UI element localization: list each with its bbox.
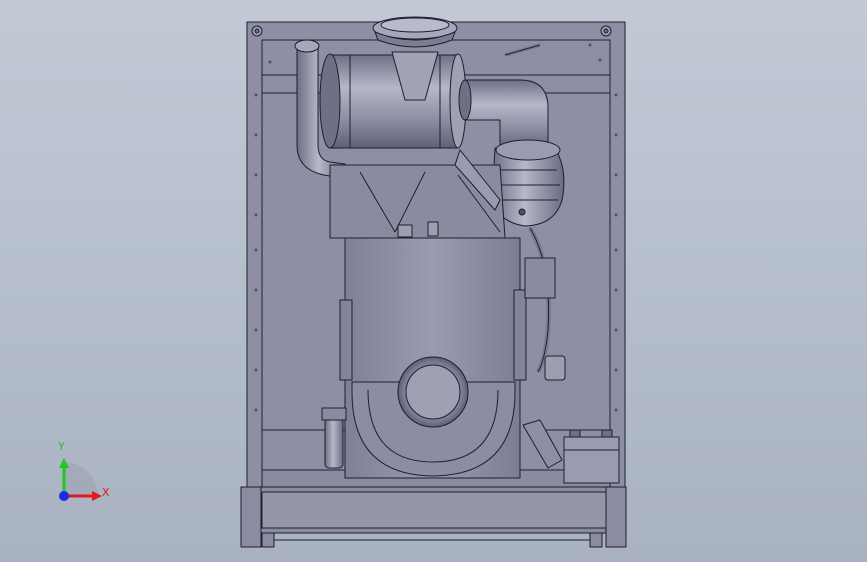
air-filter-cap <box>372 16 458 48</box>
genset-front-view-model[interactable] <box>0 0 867 562</box>
y-axis-label: Y <box>58 440 65 453</box>
cad-graphics-area[interactable]: Y X <box>0 0 867 562</box>
x-axis-label: X <box>102 486 110 499</box>
base-skid <box>240 486 627 548</box>
z-axis-dot <box>59 491 69 501</box>
lifting-eye-left <box>251 25 263 37</box>
battery <box>563 429 620 484</box>
lifting-eye-right <box>600 25 612 37</box>
air-filter-body <box>319 51 467 149</box>
fuel-filter <box>321 407 347 469</box>
